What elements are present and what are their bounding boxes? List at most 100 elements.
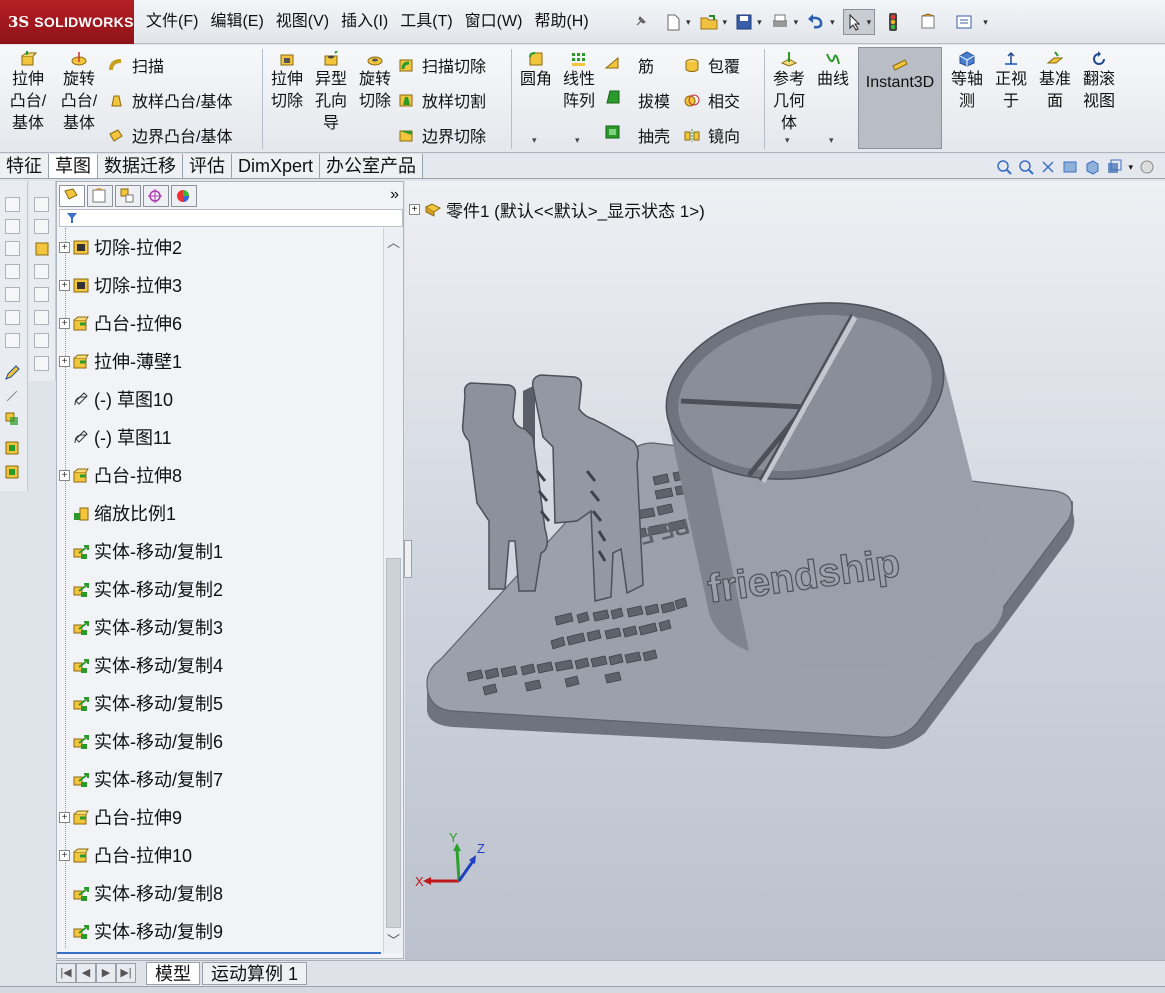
menu-view[interactable]: 视图(V) — [270, 10, 335, 34]
linear-pattern-button[interactable]: 线性 阵列 — [558, 45, 600, 113]
fillet-button[interactable]: 圆角 — [515, 45, 557, 91]
file-properties-icon[interactable] — [919, 13, 937, 31]
undo-icon[interactable] — [806, 13, 826, 31]
shell-button[interactable]: 抽壳 — [638, 123, 670, 147]
revolve-boss-button[interactable]: 旋转 凸台/ 基体 — [56, 45, 102, 135]
expand-toggle[interactable]: + — [59, 241, 70, 253]
pin-icon[interactable] — [634, 14, 648, 28]
model-3d-view[interactable]: ARE FR friendship — [405, 181, 1165, 960]
sketch-pencil-icon[interactable] — [4, 365, 20, 381]
move-entity-icon[interactable] — [4, 411, 20, 427]
sketch-tool-icon[interactable] — [34, 333, 49, 348]
menu-window[interactable]: 窗口(W) — [459, 10, 529, 34]
tree-item[interactable]: + 凸台-拉伸9 — [59, 798, 182, 836]
reference-geometry-dropdown[interactable]: ▾ — [785, 135, 790, 146]
tree-item[interactable]: 实体-移动/复制1 — [59, 532, 223, 570]
display-style-icon[interactable] — [1106, 159, 1122, 175]
menu-insert[interactable]: 插入(I) — [335, 10, 394, 34]
feature-a-icon[interactable] — [4, 440, 20, 456]
tab-evaluate[interactable]: 评估 — [183, 154, 232, 178]
tree-filter-bar[interactable] — [59, 209, 403, 227]
scroll-thumb[interactable] — [386, 558, 401, 928]
tree-item[interactable]: 实体-移动/复制9 — [59, 912, 223, 950]
box-icon[interactable] — [5, 241, 20, 256]
first-tab-icon[interactable]: |◀ — [56, 963, 76, 983]
extrude-boss-button[interactable]: 拉伸 凸台/ 基体 — [6, 45, 50, 135]
tree-item[interactable]: (-) 草图10 — [59, 380, 173, 418]
new-document-icon[interactable] — [664, 13, 682, 31]
solidworks-logo[interactable]: 3S SOLIDWORKS — [0, 0, 134, 44]
previous-view-icon[interactable] — [1040, 159, 1056, 175]
revolve-cut-button[interactable]: 旋转 切除 — [354, 45, 396, 113]
tree-item[interactable]: 缩放比例1 — [59, 494, 176, 532]
sketch-tool-icon[interactable] — [34, 356, 49, 371]
tree-item[interactable]: 实体-移动/复制2 — [59, 570, 223, 608]
expand-toggle[interactable]: + — [59, 811, 70, 823]
rib-icon[interactable] — [604, 55, 622, 71]
hide-show-items-icon[interactable] — [1139, 159, 1155, 175]
box-icon[interactable] — [5, 333, 20, 348]
view-orientation-icon[interactable] — [1084, 159, 1100, 175]
extrude-cut-button[interactable]: 拉伸 切除 — [266, 45, 308, 113]
prev-tab-icon[interactable]: ◀ — [76, 963, 96, 983]
tab-model[interactable]: 模型 — [146, 961, 200, 985]
mirror-button[interactable]: 镜向 — [684, 123, 740, 147]
normal-to-button[interactable]: 正视 于 — [990, 45, 1032, 113]
box-icon[interactable] — [5, 264, 20, 279]
draft-icon[interactable] — [604, 89, 622, 105]
loft-boss-button[interactable]: 放样凸台/基体 — [108, 88, 232, 112]
intersect-button[interactable]: 相交 — [684, 88, 740, 112]
feature-b-icon[interactable] — [4, 464, 20, 480]
smart-dimension-icon[interactable] — [4, 388, 20, 404]
boundary-cut-button[interactable]: 边界切除 — [398, 123, 486, 147]
rib-button[interactable]: 筋 — [638, 53, 654, 77]
select-tool[interactable]: ▾ — [842, 9, 876, 35]
expand-toggle[interactable]: + — [59, 469, 70, 481]
zoom-to-fit-icon[interactable] — [996, 159, 1013, 175]
zoom-to-area-icon[interactable] — [1018, 159, 1035, 175]
menu-file[interactable]: 文件(F) — [140, 10, 204, 34]
curves-button[interactable]: 曲线 — [812, 45, 854, 91]
tree-item[interactable]: + 切除-拉伸3 — [59, 266, 182, 304]
box-icon[interactable] — [5, 219, 20, 234]
sweep-button[interactable]: 扫描 — [108, 53, 164, 77]
isometric-view-button[interactable]: 等轴 测 — [946, 45, 988, 113]
tree-item[interactable]: 实体-移动/复制5 — [59, 684, 223, 722]
tree-item[interactable]: + 凸台-拉伸10 — [59, 836, 192, 874]
menu-tools[interactable]: 工具(T) — [394, 10, 458, 34]
datum-plane-button[interactable]: 基准 面 — [1034, 45, 1076, 113]
expand-toggle[interactable]: + — [59, 849, 70, 861]
tree-item[interactable]: + 凸台-拉伸8 — [59, 456, 182, 494]
open-folder-icon[interactable] — [699, 13, 719, 31]
lofted-cut-button[interactable]: 放样切割 — [398, 88, 486, 112]
tree-item[interactable]: + 拉伸-薄壁1 — [59, 342, 182, 380]
panel-splitter[interactable] — [404, 540, 412, 578]
last-tab-icon[interactable]: ▶| — [116, 963, 136, 983]
tree-item[interactable]: + 切除-拉伸2 — [59, 228, 182, 266]
expand-toggle[interactable]: + — [59, 279, 70, 291]
tree-item[interactable]: 实体-移动/复制3 — [59, 608, 223, 646]
fillet-dropdown[interactable]: ▾ — [532, 135, 537, 146]
instant3d-button[interactable]: Instant3D — [858, 47, 942, 149]
swept-cut-button[interactable]: 扫描切除 — [398, 53, 486, 77]
menu-edit[interactable]: 编辑(E) — [204, 10, 269, 34]
tree-item[interactable]: 实体-移动/复制4 — [59, 646, 223, 684]
sketch-tool-icon[interactable] — [34, 287, 49, 302]
tab-features[interactable]: 特征 — [0, 154, 49, 178]
hole-wizard-button[interactable]: 异型 孔向 导 — [310, 45, 352, 135]
save-icon[interactable] — [735, 13, 753, 31]
graphics-area[interactable]: ▾ + 零件1 (默认<<默认>_显示状态 1>) ARE FR friends… — [405, 159, 1165, 960]
sketch-tool-icon[interactable] — [34, 264, 49, 279]
feature-tree-tab[interactable] — [59, 185, 85, 207]
shell-icon[interactable] — [604, 124, 622, 140]
display-manager-tab[interactable] — [171, 185, 197, 207]
print-icon[interactable] — [770, 13, 790, 31]
options-icon[interactable] — [955, 13, 973, 31]
tree-item[interactable]: 实体-移动/复制6 — [59, 722, 223, 760]
tree-item[interactable]: (-) 草图11 — [59, 418, 172, 456]
sketch-tool-icon[interactable] — [34, 219, 49, 234]
scroll-down-icon[interactable]: ﹀ — [387, 930, 400, 949]
tab-motion-study[interactable]: 运动算例 1 — [202, 961, 308, 985]
configuration-manager-tab[interactable] — [115, 185, 141, 207]
tab-data-migration[interactable]: 数据迁移 — [98, 154, 183, 178]
